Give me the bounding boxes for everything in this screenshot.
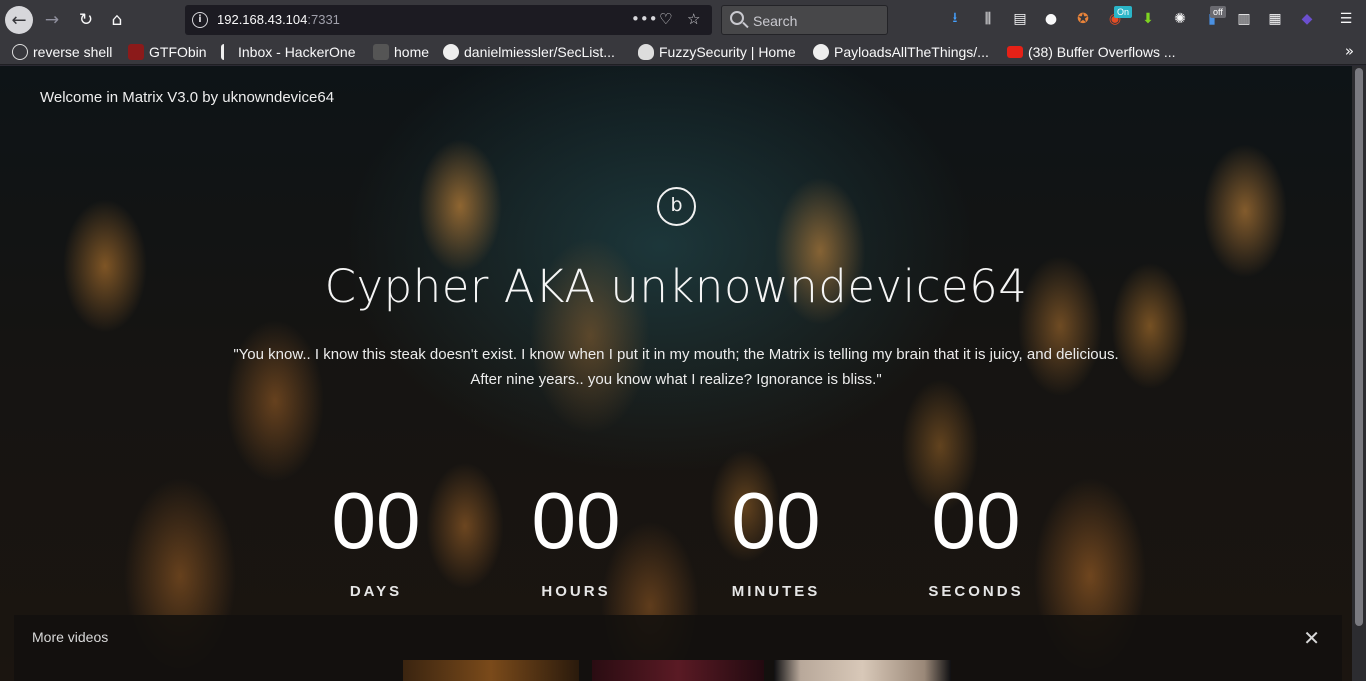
bookmark-star-icon[interactable]: ☆	[687, 10, 700, 28]
video-thumbnail[interactable]	[774, 660, 951, 681]
skull-icon	[638, 44, 654, 60]
globe-icon	[12, 44, 28, 60]
quote-text: "You know.. I know this steak doesn't ex…	[176, 342, 1176, 392]
sidebar-icon[interactable]: ▤	[1011, 10, 1029, 28]
downloads-icon[interactable]: ⭳	[946, 10, 964, 28]
search-icon	[730, 11, 744, 25]
bookmark-item[interactable]: reverse shell	[12, 43, 112, 61]
account-icon[interactable]: ●	[1042, 10, 1060, 28]
scrollbar-thumb[interactable]	[1355, 68, 1363, 626]
countdown-days-label: DAYS	[349, 583, 403, 600]
countdown-hours-label: HOURS	[541, 583, 611, 600]
countdown-hours-value: 00	[531, 476, 621, 565]
bookmark-item[interactable]: danielmiessler/SecList...	[443, 43, 615, 61]
bookmark-item[interactable]: PayloadsAllTheThings/...	[813, 43, 989, 61]
extension-download-icon[interactable]: ⬇	[1139, 10, 1157, 28]
extension-on-badge: On	[1114, 6, 1133, 18]
welcome-text: Welcome in Matrix V3.0 by uknowndevice64	[40, 89, 335, 106]
github-icon	[443, 44, 459, 60]
extension-grid-icon[interactable]: ▦	[1266, 10, 1284, 28]
extension-gem-icon[interactable]: ◆	[1298, 10, 1316, 28]
back-arrow-icon[interactable]: ←	[5, 6, 33, 34]
menu-hamburger-icon[interactable]: ☰	[1337, 10, 1355, 28]
url-text[interactable]: 192.168.43.104:7331	[217, 12, 340, 27]
countdown-seconds-label: SECONDS	[928, 583, 1024, 600]
logo-icon: b	[657, 187, 696, 226]
bookmark-item[interactable]: FuzzySecurity | Home	[638, 43, 796, 61]
more-videos-title: More videos	[32, 629, 109, 645]
bookmark-item[interactable]: Inbox - HackerOne	[221, 43, 356, 61]
search-placeholder: Search	[753, 13, 798, 29]
extension-cookie-icon[interactable]: ✺	[1171, 10, 1189, 28]
countdown-minutes-label: MINUTES	[731, 583, 821, 600]
countdown-seconds-value: 00	[931, 476, 1021, 565]
browser-toolbar: ← → ↻ ⌂ i 192.168.43.104:7331 ••• ♡ ☆ Se…	[0, 0, 1366, 40]
extension-notes-icon[interactable]: ▥	[1235, 10, 1253, 28]
hackerone-icon	[221, 44, 233, 60]
bookmarks-toolbar: reverse shell GTFObin Inbox - HackerOne …	[0, 40, 1366, 65]
bookmark-item[interactable]: home	[373, 43, 429, 61]
video-thumbnail[interactable]	[403, 660, 579, 681]
extension-off-badge: off	[1210, 6, 1226, 18]
home-icon[interactable]: ⌂	[103, 6, 131, 34]
youtube-icon	[1007, 46, 1023, 58]
video-thumbnail[interactable]	[592, 660, 764, 681]
page-content: Welcome in Matrix V3.0 by uknowndevice64…	[0, 66, 1352, 681]
more-videos-panel: More videos ✕	[14, 615, 1342, 681]
url-bar[interactable]: i 192.168.43.104:7331 ••• ♡ ☆	[185, 5, 712, 35]
search-input[interactable]: Search	[721, 5, 888, 35]
forward-arrow-icon[interactable]: →	[38, 6, 66, 34]
library-icon[interactable]: ⫼	[979, 10, 997, 28]
reload-icon[interactable]: ↻	[72, 6, 100, 34]
countdown-minutes-value: 00	[731, 476, 821, 565]
quote-line: "You know.. I know this steak doesn't ex…	[233, 346, 1119, 363]
gtfobin-icon	[128, 44, 144, 60]
site-info-icon[interactable]: i	[192, 12, 208, 28]
quote-line: After nine years.. you know what I reali…	[470, 371, 882, 388]
bookmarks-overflow-icon[interactable]: »	[1345, 42, 1354, 60]
countdown-days-value: 00	[331, 476, 421, 565]
page-actions-icon[interactable]: •••	[631, 10, 658, 28]
page-title: Cypher AKA unknowndevice64	[324, 260, 1028, 313]
bookmark-item[interactable]: (38) Buffer Overflows ...	[1007, 43, 1176, 61]
bookmark-item[interactable]: GTFObin	[128, 43, 207, 61]
github-icon	[813, 44, 829, 60]
pocket-icon[interactable]: ♡	[659, 10, 672, 28]
home-bookmark-icon	[373, 44, 389, 60]
close-icon[interactable]: ✕	[1303, 626, 1320, 650]
scrollbar[interactable]	[1352, 66, 1366, 681]
extension-fox-icon[interactable]: ✪	[1074, 10, 1092, 28]
